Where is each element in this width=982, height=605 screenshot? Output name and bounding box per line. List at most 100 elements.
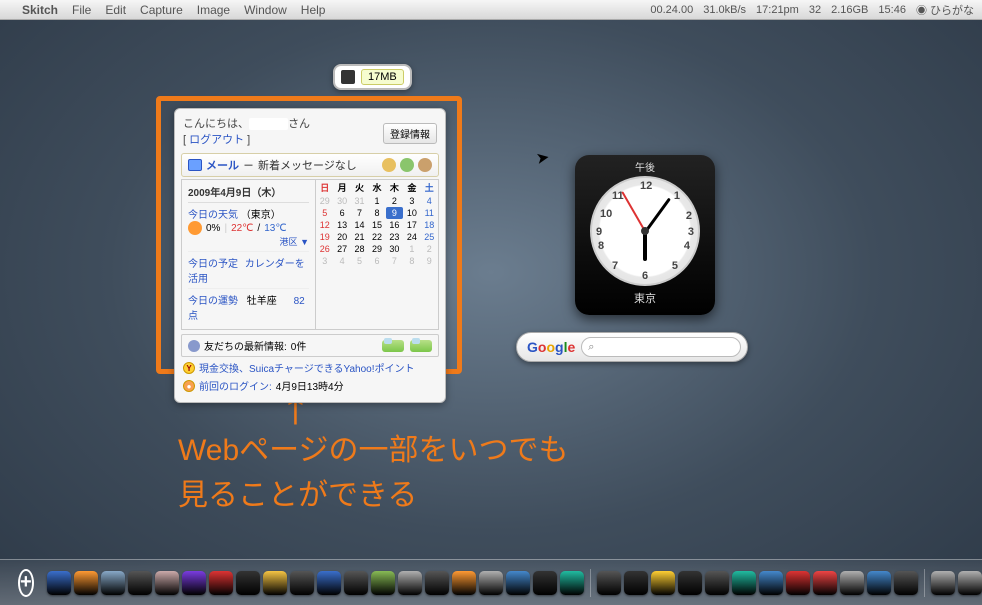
dock-app-icon[interactable] <box>74 571 98 595</box>
weather-label[interactable]: 今日の天気 <box>188 210 238 221</box>
calendar-day[interactable]: 27 <box>333 243 350 255</box>
calendar-day[interactable]: 12 <box>316 219 333 231</box>
clock-widget[interactable]: 午後 12 1 2 3 4 5 6 7 8 9 10 11 東京 <box>575 155 715 315</box>
dock-app-icon[interactable] <box>425 571 449 595</box>
calendar-day[interactable]: 17 <box>403 219 420 231</box>
calendar-day[interactable]: 30 <box>386 243 403 255</box>
dock-app-icon[interactable] <box>560 571 584 595</box>
fortune-label[interactable]: 今日の運勢 <box>188 296 238 307</box>
search-input[interactable]: ⌕ <box>581 337 741 357</box>
status-ime[interactable]: ◉ ひらがな <box>916 2 974 18</box>
calendar-day[interactable]: 29 <box>316 195 333 207</box>
google-search-widget[interactable]: Google ⌕ <box>516 332 748 362</box>
calendar-day[interactable]: 29 <box>368 243 385 255</box>
calendar-day[interactable]: 4 <box>421 195 438 207</box>
dock-app-icon[interactable] <box>894 571 918 595</box>
menu-file[interactable]: File <box>72 3 91 17</box>
dock-app-icon[interactable] <box>452 571 476 595</box>
calendar-day[interactable]: 2 <box>421 243 438 255</box>
menu-help[interactable]: Help <box>301 3 326 17</box>
dock-app-icon[interactable] <box>705 571 729 595</box>
dock-app-icon[interactable] <box>101 571 125 595</box>
register-info-button[interactable]: 登録情報 <box>383 123 437 144</box>
app-name[interactable]: Skitch <box>22 3 58 17</box>
dock-app-icon[interactable] <box>732 571 756 595</box>
memory-widget[interactable]: 17MB <box>333 64 412 90</box>
calendar-day[interactable]: 3 <box>316 255 333 267</box>
calendar-day[interactable]: 19 <box>316 231 333 243</box>
dock-app-icon[interactable] <box>47 571 71 595</box>
calendar-day[interactable]: 5 <box>316 207 333 219</box>
calendar-day[interactable]: 15 <box>368 219 385 231</box>
dock-app-icon[interactable] <box>479 571 503 595</box>
calendar-day[interactable]: 18 <box>421 219 438 231</box>
dock-app-icon[interactable] <box>506 571 530 595</box>
calendar-day[interactable]: 30 <box>333 195 350 207</box>
dock-app-icon[interactable] <box>786 571 810 595</box>
mail-action-icon[interactable] <box>418 158 432 172</box>
calendar-day[interactable]: 25 <box>421 231 438 243</box>
yahoo-points-line[interactable]: Y 現金交換、SuicaチャージできるYahoo!ポイント <box>183 360 437 375</box>
calendar-day[interactable]: 1 <box>403 243 420 255</box>
dock-app-icon[interactable] <box>678 571 702 595</box>
mini-calendar[interactable]: 日月火水木金土293031123456789101112131415161718… <box>316 180 438 329</box>
menu-image[interactable]: Image <box>197 3 230 17</box>
dashboard-add-icon[interactable]: + <box>18 569 34 597</box>
menu-edit[interactable]: Edit <box>105 3 126 17</box>
calendar-day[interactable]: 8 <box>368 207 385 219</box>
calendar-day[interactable]: 6 <box>333 207 350 219</box>
calendar-day[interactable]: 13 <box>333 219 350 231</box>
calendar-day[interactable]: 7 <box>351 207 368 219</box>
dock-app-icon[interactable] <box>209 571 233 595</box>
schedule-label[interactable]: 今日の予定 <box>188 259 238 270</box>
calendar-day[interactable]: 31 <box>351 195 368 207</box>
mail-row[interactable]: メール － 新着メッセージなし <box>181 153 439 177</box>
calendar-day[interactable]: 14 <box>351 219 368 231</box>
dock-app-icon[interactable] <box>155 571 179 595</box>
calendar-day[interactable]: 2 <box>386 195 403 207</box>
mail-action-icon[interactable] <box>382 158 396 172</box>
menu-window[interactable]: Window <box>244 3 287 17</box>
calendar-day[interactable]: 9 <box>386 207 403 219</box>
calendar-day[interactable]: 1 <box>368 195 385 207</box>
dock-app-icon[interactable] <box>931 571 955 595</box>
calendar-day[interactable]: 3 <box>403 195 420 207</box>
dock-app-icon[interactable] <box>263 571 287 595</box>
calendar-day[interactable]: 26 <box>316 243 333 255</box>
dock-app-icon[interactable] <box>236 571 260 595</box>
calendar-day[interactable]: 23 <box>386 231 403 243</box>
dock[interactable]: + <box>0 559 982 605</box>
dock-app-icon[interactable] <box>958 571 982 595</box>
dock-app-icon[interactable] <box>813 571 837 595</box>
friends-updates-row[interactable]: 友だちの最新情報:0件 <box>181 334 439 357</box>
dock-app-icon[interactable] <box>371 571 395 595</box>
ward-dropdown-icon[interactable]: ▼ <box>300 237 309 247</box>
dock-app-icon[interactable] <box>759 571 783 595</box>
calendar-day[interactable]: 6 <box>368 255 385 267</box>
calendar-day[interactable]: 4 <box>333 255 350 267</box>
calendar-day[interactable]: 10 <box>403 207 420 219</box>
logout-link[interactable]: ログアウト <box>189 134 244 146</box>
dock-app-icon[interactable] <box>533 571 557 595</box>
dock-app-icon[interactable] <box>128 571 152 595</box>
dock-app-icon[interactable] <box>344 571 368 595</box>
dock-app-icon[interactable] <box>398 571 422 595</box>
dock-app-icon[interactable] <box>317 571 341 595</box>
dock-app-icon[interactable] <box>290 571 314 595</box>
calendar-day[interactable]: 28 <box>351 243 368 255</box>
calendar-day[interactable]: 16 <box>386 219 403 231</box>
calendar-day[interactable]: 24 <box>403 231 420 243</box>
dock-app-icon[interactable] <box>840 571 864 595</box>
mail-action-icon[interactable] <box>400 158 414 172</box>
webclip-widget[interactable]: こんにちは、 さん [ ログアウト ] 登録情報 メール － 新着メッセージなし… <box>174 108 446 403</box>
calendar-day[interactable]: 11 <box>421 207 438 219</box>
calendar-day[interactable]: 8 <box>403 255 420 267</box>
menu-capture[interactable]: Capture <box>140 3 183 17</box>
dock-app-icon[interactable] <box>597 571 621 595</box>
calendar-day[interactable]: 22 <box>368 231 385 243</box>
calendar-day[interactable]: 9 <box>421 255 438 267</box>
dock-app-icon[interactable] <box>867 571 891 595</box>
dock-app-icon[interactable] <box>651 571 675 595</box>
dock-app-icon[interactable] <box>182 571 206 595</box>
calendar-day[interactable]: 7 <box>386 255 403 267</box>
